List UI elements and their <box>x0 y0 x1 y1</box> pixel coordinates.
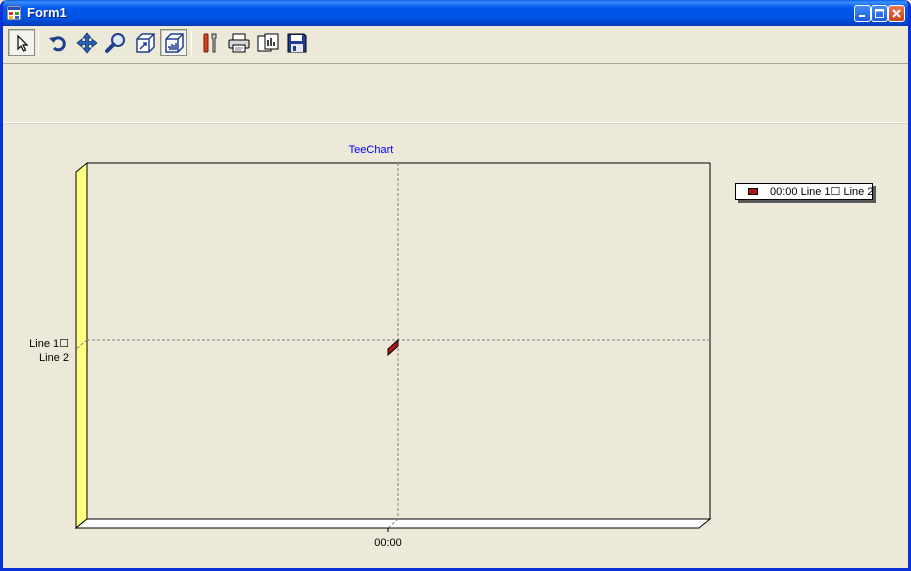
y-axis-label-line1: Line 1☐ <box>29 338 69 350</box>
legend-swatch <box>748 188 758 195</box>
chart-legend[interactable]: 00:00 Line 1☐ Line 2 <box>735 183 873 200</box>
y-axis-label-line2: Line 2 <box>39 352 69 364</box>
chart-canvas[interactable]: TeeChart Line 1☐ Line 2 00:00 <box>0 0 911 571</box>
legend-entry-label: 00:00 Line 1☐ Line 2 <box>770 186 874 198</box>
chart-title: TeeChart <box>349 144 394 156</box>
x-tick-label: 00:00 <box>374 537 402 549</box>
left-wall <box>75 161 88 530</box>
